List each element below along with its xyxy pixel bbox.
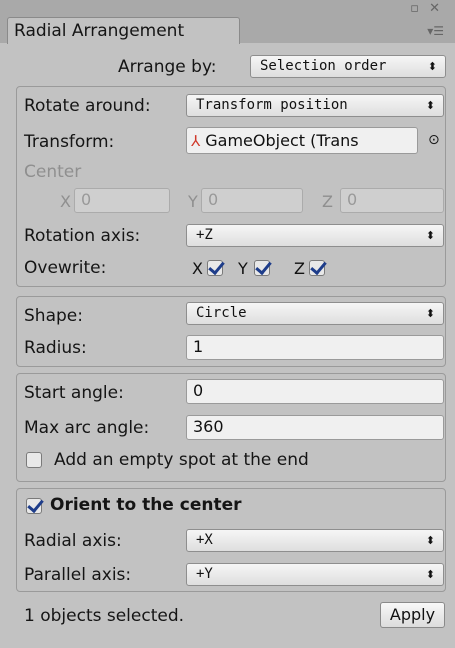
apply-button[interactable]: Apply [380, 602, 445, 628]
tab-bar: Radial Arrangement ▫ ✕ ▾☰ [0, 0, 455, 44]
rotate-around-dropdown[interactable]: Transform position ⬍ [186, 94, 444, 117]
start-angle-label: Start angle: [24, 383, 124, 403]
center-label: Center [24, 162, 82, 182]
arrange-by-label: Arrange by: [118, 57, 217, 77]
radial-axis-dropdown[interactable]: +X ⬍ [186, 529, 444, 552]
center-z-field: 0 [340, 188, 444, 213]
arrange-by-dropdown[interactable]: Selection order ⬍ [250, 55, 446, 78]
center-x-label: X [60, 192, 71, 211]
gameobject-icon: ⅄ [191, 132, 201, 150]
overwrite-y-checkbox[interactable] [254, 260, 270, 276]
radius-field[interactable]: 1 [186, 335, 444, 360]
rotate-around-label: Rotate around: [24, 96, 151, 116]
max-arc-angle-field[interactable]: 360 [186, 415, 444, 440]
rotation-axis-value: +Z [196, 227, 213, 243]
dropdown-arrow-icon: ⬍ [425, 229, 435, 242]
object-picker-icon[interactable]: ⊙ [428, 132, 440, 148]
overwrite-z-checkbox[interactable] [309, 260, 325, 276]
orient-to-center-label: Orient to the center [50, 495, 242, 515]
radial-arrangement-window: Radial Arrangement ▫ ✕ ▾☰ Arrange by: Se… [0, 0, 455, 648]
start-angle-field[interactable]: 0 [186, 379, 444, 404]
tab-menu-icon[interactable]: ▾☰ [427, 24, 444, 38]
shape-label: Shape: [24, 306, 83, 326]
radial-axis-value: +X [196, 532, 213, 548]
rotate-around-value: Transform position [196, 97, 348, 113]
overwrite-z-label: Z [294, 259, 305, 278]
max-arc-angle-label: Max arc angle: [24, 418, 150, 438]
overwrite-label: Ovewrite: [24, 258, 107, 278]
radius-label: Radius: [24, 338, 87, 358]
center-y-label: Y [188, 192, 198, 211]
shape-value: Circle [196, 305, 247, 321]
parallel-axis-label: Parallel axis: [24, 565, 132, 585]
rotation-axis-label: Rotation axis: [24, 226, 141, 246]
center-y-field: 0 [201, 188, 303, 213]
shape-dropdown[interactable]: Circle ⬍ [186, 302, 444, 325]
window-controls-icon[interactable]: ▫ ✕ [410, 1, 443, 16]
orient-to-center-checkbox[interactable] [26, 498, 42, 514]
transform-label: Transform: [24, 132, 115, 152]
radial-axis-label: Radial axis: [24, 531, 122, 551]
transform-object-field[interactable]: ⅄ GameObject (Trans [186, 127, 418, 154]
overwrite-x-label: X [192, 259, 203, 278]
center-z-label: Z [322, 192, 333, 211]
dropdown-arrow-icon: ⬍ [425, 307, 435, 320]
dropdown-arrow-icon: ⬍ [425, 99, 435, 112]
rotation-axis-dropdown[interactable]: +Z ⬍ [186, 224, 444, 247]
empty-spot-label: Add an empty spot at the end [54, 450, 309, 470]
overwrite-x-checkbox[interactable] [207, 260, 223, 276]
parallel-axis-value: +Y [196, 566, 213, 582]
overwrite-y-label: Y [238, 259, 248, 278]
empty-spot-checkbox[interactable] [26, 452, 42, 468]
selection-status: 1 objects selected. [24, 606, 185, 626]
center-x-field: 0 [74, 188, 170, 213]
arrange-by-value: Selection order [260, 58, 387, 74]
transform-object-value: GameObject (Trans [205, 131, 359, 150]
dropdown-arrow-icon: ⬍ [425, 534, 435, 547]
tab-radial-arrangement[interactable]: Radial Arrangement [7, 17, 240, 44]
dropdown-arrow-icon: ⬍ [425, 568, 435, 581]
dropdown-arrow-icon: ⬍ [427, 60, 437, 73]
parallel-axis-dropdown[interactable]: +Y ⬍ [186, 563, 444, 586]
